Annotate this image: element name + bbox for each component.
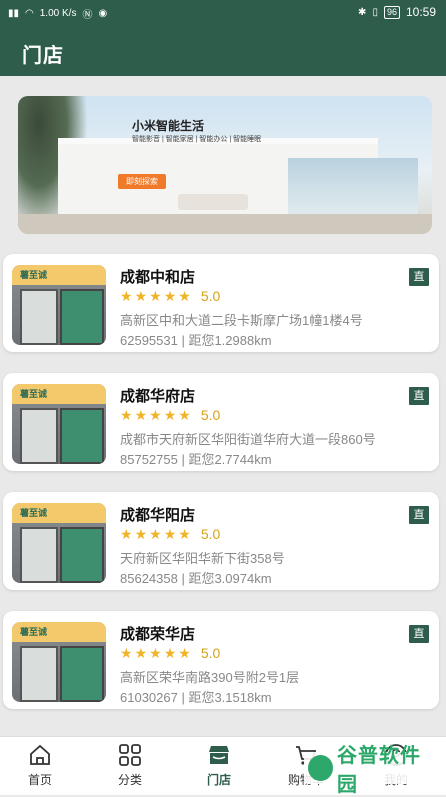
nav-item-home[interactable]: 首页 [10, 737, 70, 795]
store-photo: 薯至诚 [12, 384, 106, 464]
star-icon: ★ [149, 526, 162, 542]
nav-label: 首页 [27, 773, 52, 787]
store-name: 成都华阳店 [120, 507, 196, 524]
store-address: 高新区荣华南路390号附2号1层 [120, 670, 300, 685]
store-phone-distance: 61030267 | 距您3.1518km [120, 690, 272, 705]
store-address: 天府新区华阳华新下街358号 [120, 551, 285, 566]
star-icon: ★ [163, 526, 177, 542]
nfc-icon: Ⓝ [82, 10, 93, 21]
store-rating: ★ ★ ★ ★ ★ 5.0 [120, 526, 220, 542]
store-name: 成都华府店 [120, 388, 196, 405]
direct-store-badge: 直 [409, 387, 429, 405]
store-rating: ★ ★ ★ ★ ★ 5.0 [120, 288, 220, 304]
nav-label: 分类 [117, 773, 142, 787]
watermark-text: 谷普软件园 [337, 745, 421, 796]
banner-subtitle: 智能影音 | 智能家居 | 智能办公 | 智能睡眠 [132, 136, 262, 143]
star-icon: ★ [178, 288, 191, 304]
star-icon: ★ [120, 526, 133, 542]
home-icon [30, 744, 50, 765]
star-icon: ★ [178, 645, 191, 661]
store-window [60, 408, 104, 464]
watermark-logo-icon [308, 755, 333, 781]
status-bar: ▮▮ ◠ 1.00 K/s Ⓝ ◉ ✱ ▯ 96 10:59 [0, 0, 446, 26]
star-icon: ★ [178, 407, 191, 423]
rating-value: 5.0 [200, 645, 221, 661]
nav-item-store[interactable]: 门店 [189, 737, 249, 795]
clock: 10:59 [405, 5, 436, 19]
store-rating: ★ ★ ★ ★ ★ 5.0 [120, 407, 220, 423]
star-icon: ★ [149, 407, 162, 423]
store-window [60, 289, 104, 345]
star-icon: ★ [120, 288, 133, 304]
store-card[interactable]: 薯至诚 成都中和店 直 ★ ★ ★ ★ ★ 5.0 高新区中和大道二段卡斯摩广场… [3, 254, 439, 352]
banner-explore-button[interactable]: 即刻探索 [118, 174, 166, 189]
promo-banner[interactable]: 小米智能生活 智能影音 | 智能家居 | 智能办公 | 智能睡眠 即刻探索 [18, 96, 432, 234]
store-photo: 薯至诚 [12, 622, 106, 702]
banner-sofa-graphic [178, 194, 248, 210]
star-icon: ★ [120, 407, 133, 423]
star-icon: ★ [134, 288, 148, 304]
network-speed: 1.00 K/s [39, 8, 77, 19]
banner-title: 小米智能生活 [132, 119, 205, 133]
direct-store-badge: 直 [409, 268, 429, 286]
store-photo: 薯至诚 [12, 503, 106, 583]
notification-icon: ◉ [98, 8, 108, 19]
battery-indicator: 96 [383, 5, 400, 19]
app-header: 门店 [0, 26, 446, 76]
store-door [20, 646, 58, 702]
star-icon: ★ [134, 526, 148, 542]
grid-icon [119, 744, 141, 766]
store-address: 高新区中和大道二段卡斯摩广场1幢1楼4号 [120, 313, 363, 328]
star-icon: ★ [134, 407, 148, 423]
store-door [20, 408, 58, 464]
store-name: 成都中和店 [120, 269, 196, 286]
star-icon: ★ [149, 645, 162, 661]
direct-store-badge: 直 [409, 625, 429, 643]
bluetooth-icon: ✱ [358, 6, 367, 18]
status-right: ✱ ▯ 96 10:59 [358, 5, 436, 19]
store-phone-distance: 85624358 | 距您3.0974km [120, 571, 272, 586]
page-title: 门店 [22, 45, 64, 67]
signal-icon: ▮▮ [8, 8, 20, 19]
store-sign-text: 薯至诚 [20, 627, 48, 637]
star-icon: ★ [120, 645, 133, 661]
store-card[interactable]: 薯至诚 成都华府店 直 ★ ★ ★ ★ ★ 5.0 成都市天府新区华阳街道华府大… [3, 373, 439, 471]
store-rating: ★ ★ ★ ★ ★ 5.0 [120, 645, 220, 661]
banner-glass-graphic [288, 158, 418, 216]
status-left: ▮▮ ◠ 1.00 K/s Ⓝ ◉ [8, 6, 107, 21]
store-window [60, 646, 104, 702]
rating-value: 5.0 [200, 407, 221, 423]
star-icon: ★ [163, 407, 177, 423]
store-phone-distance: 85752755 | 距您2.7744km [120, 452, 272, 467]
wifi-icon: ◠ [25, 8, 34, 19]
store-card[interactable]: 薯至诚 成都华阳店 直 ★ ★ ★ ★ ★ 5.0 天府新区华阳华新下街358号… [3, 492, 439, 590]
nav-label: 门店 [206, 773, 231, 787]
rating-value: 5.0 [200, 526, 221, 542]
star-icon: ★ [134, 645, 148, 661]
store-sign-text: 薯至诚 [20, 270, 48, 280]
store-name: 成都荣华店 [120, 626, 196, 643]
store-sign-text: 薯至诚 [20, 508, 48, 518]
store-window [60, 527, 104, 583]
rating-value: 5.0 [200, 288, 221, 304]
store-icon [209, 746, 229, 764]
store-sign-text: 薯至诚 [20, 389, 48, 399]
nav-item-category[interactable]: 分类 [100, 737, 160, 795]
vibrate-icon: ▯ [372, 6, 378, 18]
store-address: 成都市天府新区华阳街道华府大道一段860号 [120, 432, 376, 447]
star-icon: ★ [163, 645, 177, 661]
store-door [20, 289, 58, 345]
store-card[interactable]: 薯至诚 成都荣华店 直 ★ ★ ★ ★ ★ 5.0 高新区荣华南路390号附2号… [3, 611, 439, 709]
banner-floor-graphic [18, 214, 432, 234]
star-icon: ★ [149, 288, 162, 304]
watermark: 谷普软件园 [304, 745, 438, 796]
store-door [20, 527, 58, 583]
star-icon: ★ [178, 526, 191, 542]
direct-store-badge: 直 [409, 506, 429, 524]
store-photo: 薯至诚 [12, 265, 106, 345]
star-icon: ★ [163, 288, 177, 304]
store-phone-distance: 62595531 | 距您1.2988km [120, 333, 272, 348]
